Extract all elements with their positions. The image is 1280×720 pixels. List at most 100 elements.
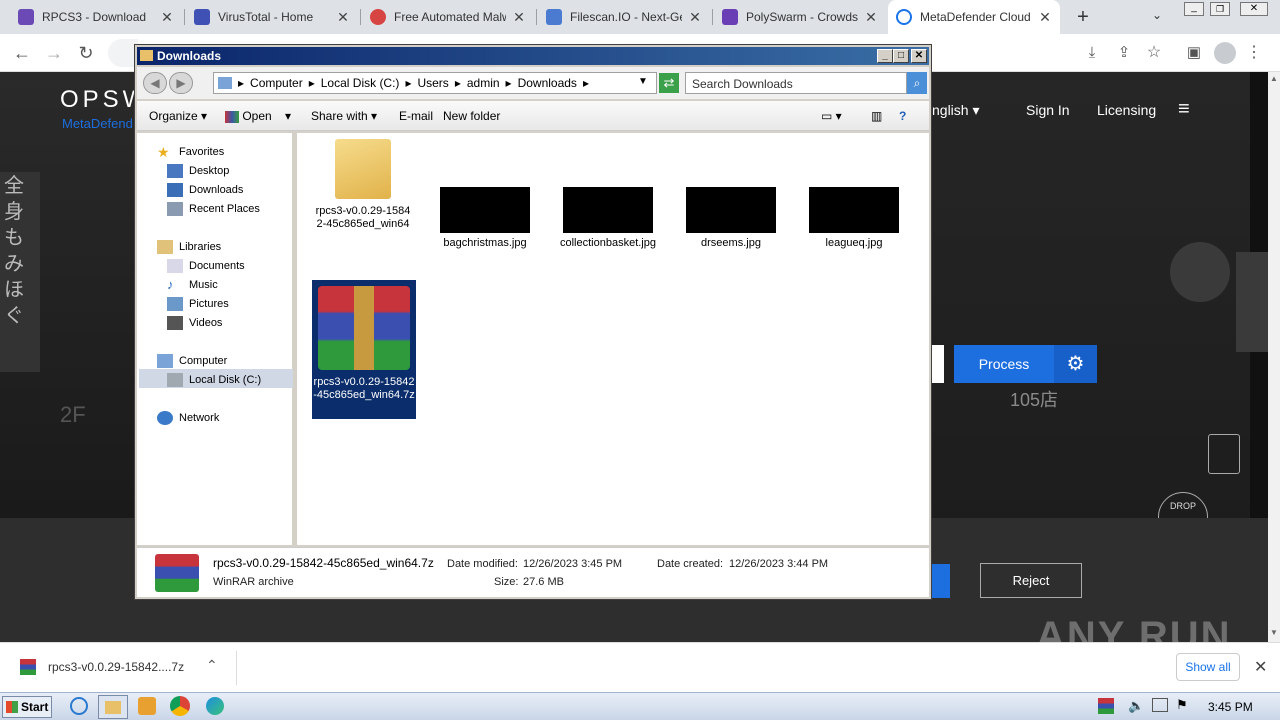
- search-field-edge[interactable]: [930, 345, 944, 383]
- settings-gear-icon[interactable]: ⚙: [1054, 345, 1097, 383]
- breadcrumb-downloads[interactable]: Downloads: [518, 76, 577, 90]
- tab-metadefender[interactable]: MetaDefender Cloud | ✕: [888, 0, 1060, 34]
- preview-pane-icon[interactable]: ▥: [871, 101, 882, 131]
- close-icon[interactable]: ✕: [336, 9, 350, 26]
- explorer-taskbar-button[interactable]: [98, 695, 128, 719]
- share-icon[interactable]: ⇪: [1112, 41, 1136, 65]
- tab-filescan[interactable]: Filescan.IO - Next-Gen ✕: [538, 0, 710, 34]
- nav-desktop[interactable]: Desktop: [167, 162, 229, 180]
- help-icon[interactable]: ?: [899, 101, 906, 131]
- minimize-button[interactable]: _: [877, 49, 893, 63]
- open-menu[interactable]: Open: [225, 101, 272, 131]
- chevron-up-icon[interactable]: ⌃: [206, 657, 218, 674]
- nav-music[interactable]: ♪ Music: [167, 276, 218, 294]
- side-panel-icon[interactable]: ▣: [1182, 41, 1206, 65]
- process-button[interactable]: Process: [954, 345, 1054, 383]
- chrome-icon[interactable]: [170, 696, 190, 716]
- search-input[interactable]: Search Downloads: [685, 72, 907, 94]
- install-icon[interactable]: ⤓: [1080, 41, 1104, 65]
- history-dropdown-icon[interactable]: ▼: [638, 76, 648, 87]
- tab-polyswarm[interactable]: PolySwarm - Crowdsou ✕: [714, 0, 886, 34]
- ie-icon[interactable]: [70, 697, 88, 715]
- nav-libraries[interactable]: Libraries: [157, 238, 221, 256]
- scroll-down-icon[interactable]: ▼: [1270, 628, 1278, 637]
- close-window-icon[interactable]: ✕: [1240, 2, 1268, 16]
- licensing-link[interactable]: Licensing: [1097, 102, 1156, 118]
- nav-documents[interactable]: Documents: [167, 257, 245, 275]
- breadcrumb-local-disk[interactable]: Local Disk (C:): [321, 76, 400, 90]
- winrar-tray-icon[interactable]: [1098, 698, 1114, 714]
- new-tab-button[interactable]: +: [1072, 6, 1094, 28]
- close-icon[interactable]: ✕: [160, 9, 174, 26]
- new-folder-button[interactable]: New folder: [443, 101, 500, 131]
- start-button[interactable]: Start: [2, 696, 52, 718]
- profile-avatar-icon[interactable]: [1214, 42, 1236, 64]
- download-item[interactable]: rpcs3-v0.0.29-15842....7z: [48, 660, 184, 674]
- forward-button[interactable]: ▶: [169, 72, 193, 94]
- hamburger-menu-icon[interactable]: ≡: [1178, 98, 1190, 121]
- back-button[interactable]: ◀: [143, 72, 167, 94]
- search-icon[interactable]: ⌕: [907, 72, 927, 94]
- scroll-up-icon[interactable]: ▲: [1270, 74, 1278, 83]
- file-leagueq[interactable]: leagueq.jpg: [804, 187, 904, 250]
- close-icon[interactable]: ✕: [688, 9, 702, 26]
- nav-local-disk[interactable]: Local Disk (C:): [167, 371, 261, 389]
- minimize-icon[interactable]: _: [1184, 2, 1204, 16]
- chevron-down-icon: ▾: [201, 109, 208, 123]
- close-icon[interactable]: ✕: [1038, 9, 1052, 26]
- tab-virustotal[interactable]: VirusTotal - Home ✕: [186, 0, 358, 34]
- view-options-icon[interactable]: ▭ ▾: [821, 101, 842, 131]
- file-archive-rpcs3-selected[interactable]: rpcs3-v0.0.29-15842-45c865ed_win64.7z: [312, 280, 416, 419]
- file-folder-rpcs3[interactable]: rpcs3-v0.0.29-15842-45c865ed_win64: [313, 139, 413, 231]
- media-player-icon[interactable]: [138, 697, 156, 715]
- volume-icon[interactable]: 🔈: [1128, 698, 1144, 714]
- breadcrumb-admin[interactable]: admin: [467, 76, 500, 90]
- close-button[interactable]: ✕: [911, 49, 927, 63]
- tab-anyrun[interactable]: Free Automated Malwa ✕: [362, 0, 534, 34]
- nav-network[interactable]: Network: [157, 409, 219, 427]
- bookmark-star-icon[interactable]: ☆: [1142, 41, 1166, 65]
- reject-button[interactable]: Reject: [980, 563, 1082, 598]
- page-scrollbar[interactable]: ▲ ▼: [1268, 72, 1280, 642]
- email-button[interactable]: E-mail: [399, 101, 433, 131]
- organize-menu[interactable]: Organize ▾: [149, 101, 207, 131]
- sign-in-link[interactable]: Sign In: [1026, 102, 1070, 118]
- clock[interactable]: 3:45 PM: [1208, 700, 1253, 714]
- tab-search-icon[interactable]: ⌄: [1152, 8, 1162, 22]
- forward-icon[interactable]: →: [42, 41, 66, 65]
- close-icon[interactable]: ✕: [512, 9, 526, 26]
- close-icon[interactable]: ✕: [864, 9, 878, 26]
- network-tray-icon[interactable]: [1152, 698, 1168, 712]
- breadcrumb[interactable]: ▸ Computer ▸ Local Disk (C:) ▸ Users ▸ admi…: [213, 72, 657, 94]
- nav-favorites[interactable]: ★ Favorites: [157, 143, 224, 161]
- show-all-button[interactable]: Show all: [1176, 653, 1240, 681]
- action-center-flag-icon[interactable]: ⚑: [1176, 697, 1188, 713]
- file-collectionbasket[interactable]: collectionbasket.jpg: [558, 187, 658, 250]
- date-created-label: Date created:: [657, 558, 724, 570]
- refresh-icon[interactable]: ⇄: [659, 73, 679, 93]
- nav-recent-places[interactable]: Recent Places: [167, 200, 260, 218]
- edge-icon[interactable]: [206, 697, 224, 715]
- close-icon[interactable]: ✕: [1254, 657, 1267, 677]
- restore-icon[interactable]: ❐: [1210, 2, 1230, 16]
- breadcrumb-computer[interactable]: Computer: [250, 76, 303, 90]
- nav-videos[interactable]: Videos: [167, 314, 222, 332]
- tab-rpcs3[interactable]: RPCS3 - Download ✕: [10, 0, 182, 34]
- menu-kebab-icon[interactable]: ⋮: [1242, 41, 1266, 65]
- maximize-button[interactable]: □: [893, 49, 909, 63]
- file-bagchristmas[interactable]: bagchristmas.jpg: [435, 187, 535, 250]
- back-icon[interactable]: ←: [10, 41, 34, 65]
- language-selector[interactable]: nglish ▾: [932, 102, 980, 119]
- open-dropdown-icon[interactable]: ▾: [285, 101, 291, 131]
- accept-button-edge[interactable]: [930, 564, 950, 598]
- file-drseems[interactable]: drseems.jpg: [681, 187, 781, 250]
- reload-icon[interactable]: ↻: [74, 41, 98, 65]
- nav-downloads[interactable]: Downloads: [167, 181, 243, 199]
- nav-pictures[interactable]: Pictures: [167, 295, 229, 313]
- bg-floor-text: 2F: [60, 402, 86, 427]
- folder-icon: [140, 50, 153, 61]
- nav-computer[interactable]: Computer: [157, 352, 227, 370]
- breadcrumb-users[interactable]: Users: [417, 76, 448, 90]
- share-with-menu[interactable]: Share with ▾: [311, 101, 377, 131]
- virustotal-favicon-icon: [194, 9, 210, 25]
